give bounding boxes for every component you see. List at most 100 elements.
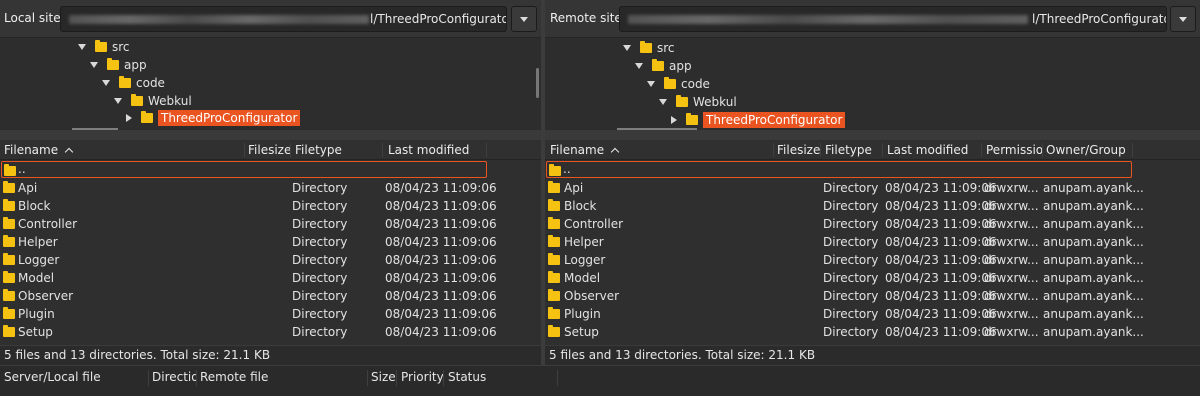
column-separator[interactable] (773, 143, 774, 157)
col-last-modified[interactable]: Last modified (887, 143, 968, 157)
column-separator[interactable] (486, 143, 487, 157)
parent-directory-row[interactable]: .. (1, 161, 487, 178)
folder-icon (3, 181, 15, 193)
column-separator[interactable] (244, 143, 245, 157)
tree-item-code[interactable]: code (647, 75, 710, 93)
file-type: Directory (292, 217, 348, 231)
tree-scrollbar[interactable] (536, 68, 539, 98)
table-row[interactable]: Api Directory 08/04/23 11:09:06 (0, 179, 541, 197)
expanded-arrow-icon[interactable] (635, 63, 643, 69)
col-status[interactable]: Status (448, 370, 486, 384)
col-filesize[interactable]: Filesize (248, 143, 291, 157)
col-owner-group[interactable]: Owner/Group (1046, 143, 1126, 157)
table-row[interactable]: Plugin Directory 08/04/23 11:09:06 drwxrw..… (545, 305, 1200, 323)
file-permissions: drwxrw... (984, 253, 1039, 267)
collapsed-arrow-icon[interactable] (671, 116, 677, 124)
table-row[interactable]: Controller Directory 08/04/23 11:09:06 (0, 215, 541, 233)
expanded-arrow-icon[interactable] (78, 44, 86, 50)
pane-splitter[interactable] (0, 130, 541, 140)
table-row[interactable]: Model Directory 08/04/23 11:09:06 drwxrw...… (545, 269, 1200, 287)
column-separator[interactable] (382, 143, 383, 157)
remote-file-list[interactable]: Filename Filesize Filetype Last modified… (545, 140, 1200, 345)
column-separator[interactable] (290, 143, 291, 157)
tree-item-src[interactable]: src (78, 38, 130, 56)
folder-icon (3, 217, 15, 229)
tree-item-label: Webkul (693, 95, 737, 109)
column-separator[interactable] (443, 370, 444, 386)
column-separator[interactable] (396, 370, 397, 386)
file-type: Directory (292, 289, 348, 303)
expanded-arrow-icon[interactable] (90, 62, 98, 68)
remote-directory-tree[interactable]: src app code Webkul ThreedProConfigurato… (545, 38, 1200, 130)
tree-item-code[interactable]: code (102, 74, 165, 92)
col-priority[interactable]: Priority (401, 370, 444, 384)
column-separator[interactable] (196, 370, 197, 386)
remote-status-bar: 5 files and 13 directories. Total size: … (545, 345, 1200, 365)
col-server-local-file[interactable]: Server/Local file (4, 370, 101, 384)
table-row[interactable]: Controller Directory 08/04/23 11:09:06 drwx… (545, 215, 1200, 233)
col-filename[interactable]: Filename (550, 143, 620, 157)
file-type: Directory (292, 235, 348, 249)
col-last-modified[interactable]: Last modified (388, 143, 469, 157)
table-row[interactable]: Helper Directory 08/04/23 11:09:06 drwxrw..… (545, 233, 1200, 251)
local-file-list[interactable]: Filename Filesize Filetype Last modified… (0, 140, 541, 345)
file-type: Directory (292, 253, 348, 267)
table-row[interactable]: Api Directory 08/04/23 11:09:06 drwxrw... an… (545, 179, 1200, 197)
col-filetype[interactable]: Filetype (295, 143, 342, 157)
table-row[interactable]: Logger Directory 08/04/23 11:09:06 drwxrw..… (545, 251, 1200, 269)
tree-item-label-selected: ThreedProConfigurator (703, 112, 846, 128)
collapsed-arrow-icon[interactable] (126, 114, 132, 122)
col-permissions[interactable]: Permissio (986, 143, 1043, 157)
tree-item-webkul[interactable]: Webkul (114, 92, 192, 110)
col-filetype[interactable]: Filetype (825, 143, 872, 157)
column-separator[interactable] (882, 143, 883, 157)
column-separator[interactable] (1042, 143, 1043, 157)
file-type: Directory (823, 271, 879, 285)
file-type: Directory (823, 199, 879, 213)
table-row[interactable]: Setup Directory 08/04/23 11:09:06 (0, 323, 541, 341)
table-row[interactable]: Observer Directory 08/04/23 11:09:06 drwxrw… (545, 287, 1200, 305)
table-row[interactable]: Logger Directory 08/04/23 11:09:06 (0, 251, 541, 269)
tree-item-src[interactable]: src (623, 39, 675, 57)
local-site-path-input[interactable]: l/ThreedProConfigurator/ (60, 6, 507, 32)
expanded-arrow-icon[interactable] (102, 80, 110, 86)
status-text: 5 files and 13 directories. Total size: … (4, 348, 271, 362)
tree-item-label: src (112, 40, 130, 54)
tree-item-webkul[interactable]: Webkul (659, 93, 737, 111)
file-type: Directory (823, 253, 879, 267)
local-path-dropdown-button[interactable] (511, 6, 537, 32)
expanded-arrow-icon[interactable] (114, 98, 122, 104)
file-owner: anupam.ayank... (1043, 307, 1144, 321)
tree-item-app[interactable]: app (90, 56, 147, 74)
status-text: 5 files and 13 directories. Total size: … (549, 348, 816, 362)
col-remote-file[interactable]: Remote file (200, 370, 268, 384)
column-separator[interactable] (1132, 143, 1133, 157)
remote-path-dropdown-button[interactable] (1170, 6, 1196, 32)
expanded-arrow-icon[interactable] (647, 81, 655, 87)
table-row[interactable]: Helper Directory 08/04/23 11:09:06 (0, 233, 541, 251)
table-row[interactable]: Block Directory 08/04/23 11:09:06 drwxrw...… (545, 197, 1200, 215)
expanded-arrow-icon[interactable] (623, 45, 631, 51)
col-direction[interactable]: Directio (152, 370, 196, 384)
tree-item-threedproconfigurator[interactable]: ThreedProConfigurator (126, 109, 301, 127)
tree-item-app[interactable]: app (635, 57, 692, 75)
column-separator[interactable] (367, 370, 368, 386)
parent-directory-row[interactable]: .. (546, 161, 1132, 178)
table-row[interactable]: Plugin Directory 08/04/23 11:09:06 (0, 305, 541, 323)
col-size[interactable]: Size (371, 370, 396, 384)
table-row[interactable]: Block Directory 08/04/23 11:09:06 (0, 197, 541, 215)
remote-site-path-input[interactable]: l/ThreedProConfigurator (619, 6, 1167, 32)
column-separator[interactable] (148, 370, 149, 386)
table-row[interactable]: Setup Directory 08/04/23 11:09:06 drwxrw...… (545, 323, 1200, 341)
column-separator[interactable] (981, 143, 982, 157)
tree-item-threedproconfigurator[interactable]: ThreedProConfigurator (671, 111, 846, 129)
col-filename[interactable]: Filename (4, 143, 74, 157)
column-separator[interactable] (557, 370, 558, 386)
local-directory-tree[interactable]: src app code Webkul ThreedProConfigurato… (0, 38, 541, 130)
table-row[interactable]: Observer Directory 08/04/23 11:09:06 (0, 287, 541, 305)
expanded-arrow-icon[interactable] (659, 99, 667, 105)
table-row[interactable]: Model Directory 08/04/23 11:09:06 (0, 269, 541, 287)
col-filesize[interactable]: Filesize (777, 143, 820, 157)
pane-splitter[interactable] (545, 130, 1200, 140)
column-separator[interactable] (820, 143, 821, 157)
